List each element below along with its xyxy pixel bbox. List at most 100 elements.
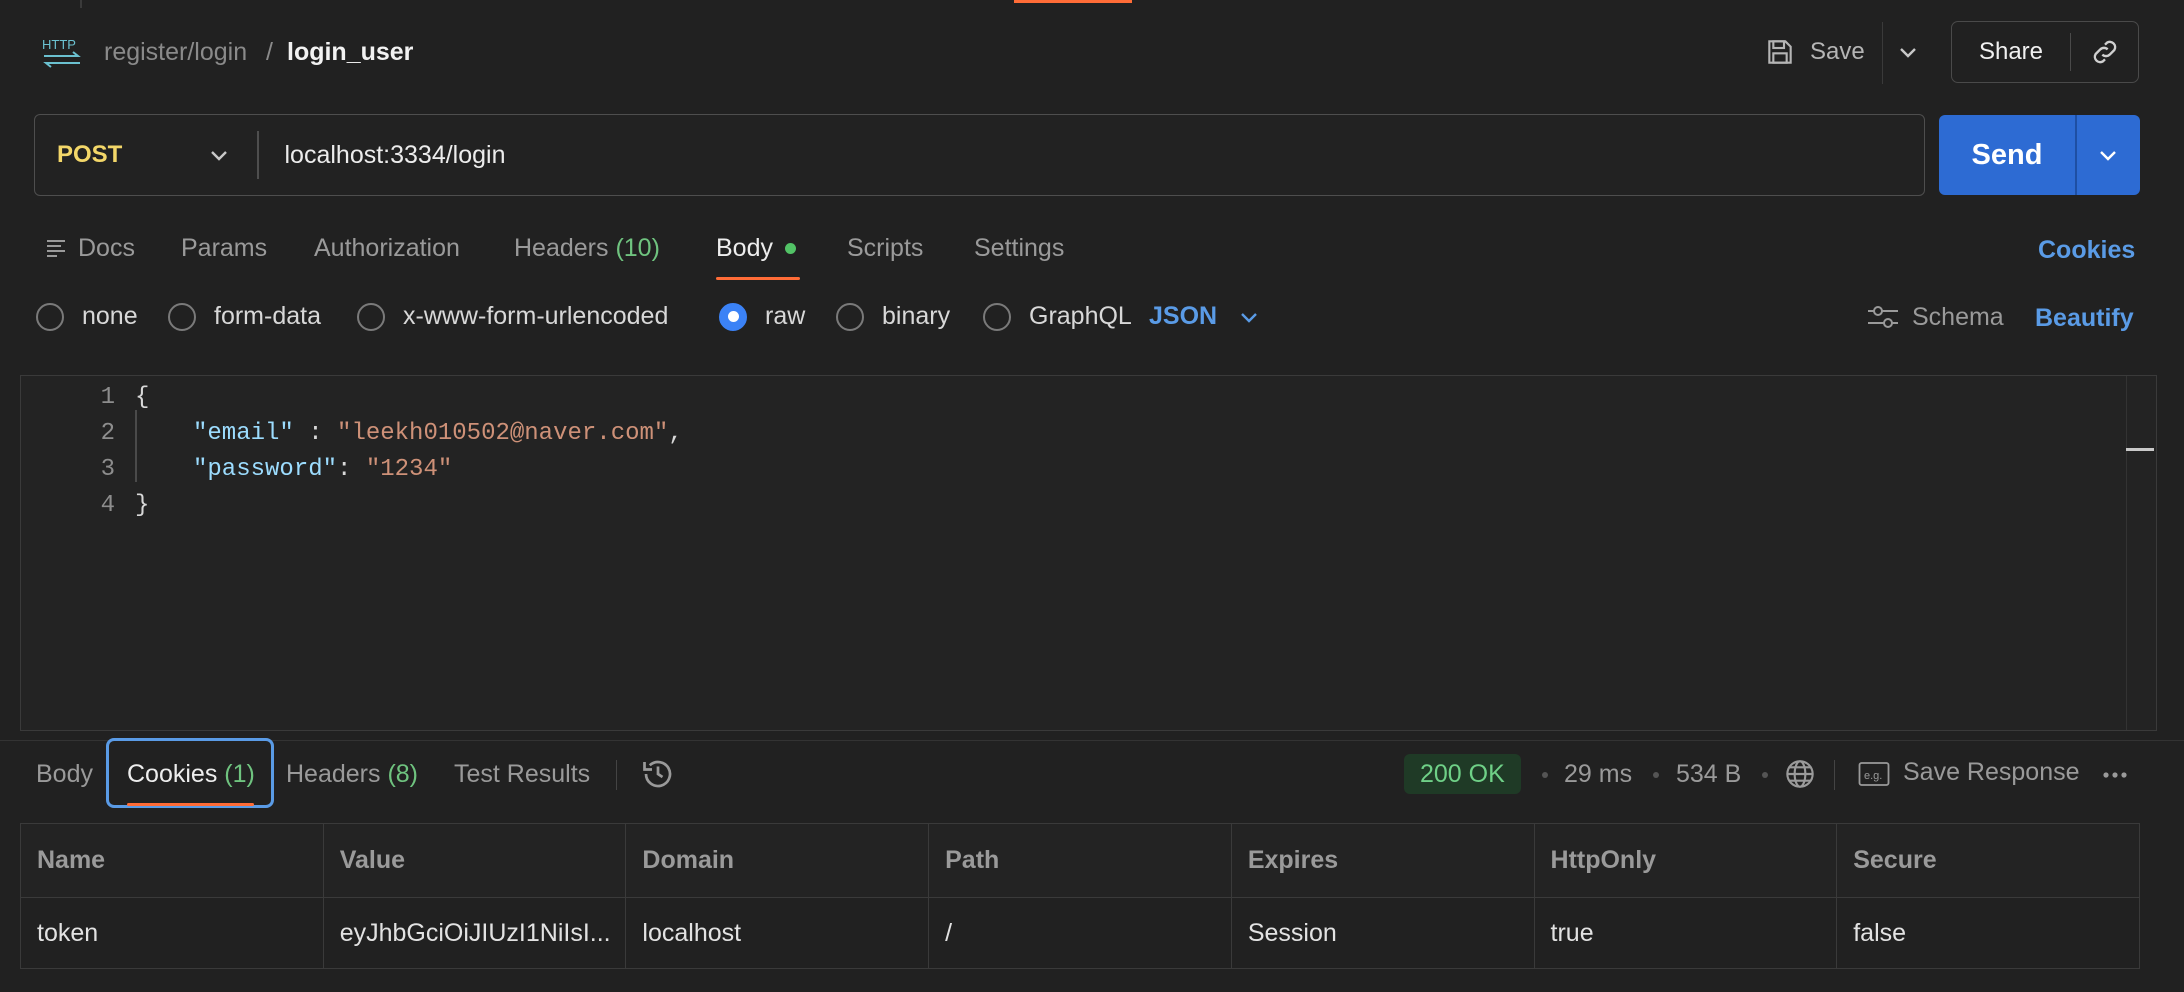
json-key-email: "email" <box>193 420 294 447</box>
url-input[interactable] <box>258 115 1924 195</box>
save-icon <box>1768 40 1792 64</box>
top-divider <box>80 0 82 8</box>
body-type-urlencoded[interactable]: x-www-form-urlencoded <box>357 302 668 331</box>
meta-dot <box>1762 772 1768 778</box>
json-colon: : <box>293 420 338 447</box>
column-header-domain: Domain <box>625 823 930 898</box>
status-badge: 200 OK <box>1404 754 1521 794</box>
chevron-down-icon <box>211 151 227 161</box>
tab-docs-label: Docs <box>78 234 135 262</box>
tab-docs[interactable]: Docs <box>44 232 135 264</box>
save-options-button[interactable] <box>1890 26 1926 78</box>
json-value-password: "1234" <box>365 456 453 483</box>
raw-format-select[interactable]: JSON <box>1149 302 1259 331</box>
share-group: Share <box>1951 21 2139 83</box>
tab-authorization[interactable]: Authorization <box>314 232 460 264</box>
body-type-raw[interactable]: raw <box>719 302 805 331</box>
editor-scrollbar[interactable] <box>2126 376 2156 730</box>
more-options-icon[interactable] <box>2100 760 2130 790</box>
http-icon: HTTP <box>40 32 84 72</box>
cookies-table: Name Value Domain Path Expires HttpOnly … <box>20 823 2140 969</box>
radio-button-selected <box>719 302 747 331</box>
body-type-graphql[interactable]: GraphQL <box>983 302 1132 331</box>
save-response-button[interactable]: Save Response <box>1903 758 2080 787</box>
method-label: POST <box>57 141 123 168</box>
json-key-password: "password" <box>193 456 338 483</box>
column-header-expires: Expires <box>1230 823 1535 898</box>
response-tab-body[interactable]: Body <box>36 758 93 790</box>
code-line-1: { <box>135 384 149 411</box>
response-divider <box>0 740 2184 741</box>
code-line-3: "password": "1234" <box>193 456 452 483</box>
table-row[interactable]: token eyJhbGciOiJIUzI1NiIsI... localhost… <box>20 897 2140 969</box>
body-type-label: form-data <box>214 302 321 330</box>
globe-icon[interactable] <box>1784 758 1816 790</box>
tab-body[interactable]: Body <box>716 232 796 264</box>
history-icon[interactable] <box>640 756 676 792</box>
save-button[interactable]: Save <box>1764 26 1882 78</box>
cookie-httponly: true <box>1533 897 1838 969</box>
link-icon <box>2093 40 2116 64</box>
example-icon: e.g. <box>1858 760 1890 788</box>
tab-headers-count: (10) <box>615 234 660 262</box>
copy-link-button[interactable] <box>2071 22 2138 82</box>
tab-headers-label: Headers <box>514 234 609 262</box>
code-line-4: } <box>135 492 149 519</box>
code-editor[interactable]: 1 2 3 4 { "email" : "leekh010502@naver.c… <box>20 375 2157 731</box>
meta-divider <box>1834 760 1835 790</box>
body-type-form-data[interactable]: form-data <box>168 302 321 331</box>
chevron-down-icon <box>1900 48 1916 58</box>
body-type-label: GraphQL <box>1029 302 1132 330</box>
json-comma: , <box>668 420 683 447</box>
response-tab-cookies-label: Cookies <box>127 760 218 788</box>
code-brace: } <box>135 492 150 519</box>
tab-headers[interactable]: Headers (10) <box>514 232 660 264</box>
radio-button <box>836 302 864 331</box>
sliders-icon <box>1868 306 1898 328</box>
save-divider <box>1882 22 1883 84</box>
share-button[interactable]: Share <box>1952 22 2070 82</box>
response-tab-test-results[interactable]: Test Results <box>454 758 590 790</box>
active-response-tab-underline <box>127 803 254 806</box>
response-tab-headers[interactable]: Headers (8) <box>286 758 418 790</box>
column-header-name: Name <box>20 823 324 898</box>
response-tab-headers-label: Headers <box>286 760 381 788</box>
schema-button[interactable]: Schema <box>1866 302 2004 332</box>
body-type-label: x-www-form-urlencoded <box>403 302 669 330</box>
json-colon: : <box>337 456 366 483</box>
code-line-2: "email" : "leekh010502@naver.com", <box>193 420 683 447</box>
cookies-link[interactable]: Cookies <box>2038 236 2135 265</box>
radio-button <box>983 302 1011 331</box>
cookie-domain: localhost <box>625 897 930 969</box>
cookie-value: eyJhbGciOiJIUzI1NiIsI... <box>322 897 627 969</box>
active-tab-indicator <box>1014 0 1132 3</box>
svg-text:HTTP: HTTP <box>42 37 76 52</box>
response-tab-cookies[interactable]: Cookies (1) <box>127 758 255 790</box>
tab-scripts[interactable]: Scripts <box>847 232 923 264</box>
cookie-name: token <box>20 897 324 969</box>
response-tab-headers-count: (8) <box>387 760 419 788</box>
column-header-secure: Secure <box>1836 823 2140 898</box>
send-options-button[interactable] <box>2077 115 2141 195</box>
body-type-binary[interactable]: binary <box>836 302 950 331</box>
body-type-none[interactable]: none <box>36 302 138 331</box>
cookie-secure: false <box>1836 897 2140 969</box>
beautify-button[interactable]: Beautify <box>2035 304 2134 333</box>
request-name[interactable]: login_user <box>287 36 413 68</box>
line-number: 3 <box>100 456 115 483</box>
meta-dot <box>1542 772 1548 778</box>
schema-label: Schema <box>1912 302 2004 331</box>
column-header-httponly: HttpOnly <box>1533 823 1838 898</box>
breadcrumb-separator: / <box>266 38 273 66</box>
chevron-down-icon <box>1239 302 1259 331</box>
tab-settings[interactable]: Settings <box>974 232 1064 264</box>
cookie-path: / <box>928 897 1232 969</box>
body-modified-dot <box>784 242 796 254</box>
code-brace: { <box>135 384 150 411</box>
tab-params[interactable]: Params <box>181 232 267 264</box>
breadcrumb-collection[interactable]: register/login <box>104 36 247 68</box>
radio-button <box>36 302 64 331</box>
svg-text:e.g.: e.g. <box>1864 770 1882 782</box>
method-select[interactable]: POST <box>35 115 257 195</box>
send-button[interactable]: Send <box>1939 115 2075 195</box>
